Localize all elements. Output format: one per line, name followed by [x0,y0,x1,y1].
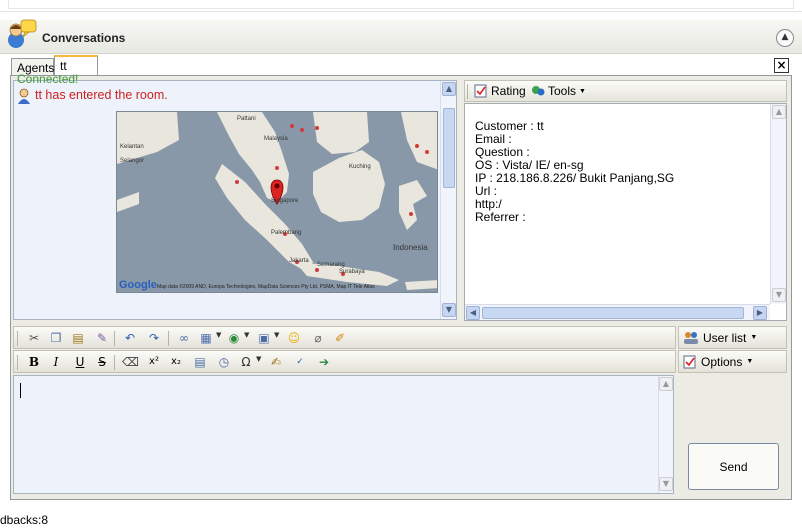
chevron-down-icon: ▼ [746,358,754,365]
top-strip [0,0,802,12]
chat-scrollbar[interactable]: ▲ ▼ [440,81,456,319]
clear-format-icon[interactable]: ✐ [332,330,348,346]
scroll-up-arrow-icon[interactable]: ▲ [442,82,456,96]
footer-text: dbacks:8 [0,513,49,527]
eraser-icon[interactable]: ⌫ [122,354,139,370]
info-hscrollbar[interactable]: ◀ ▶ [465,304,770,320]
scroll-down-arrow-icon[interactable]: ▼ [442,303,456,317]
redo-icon[interactable]: ↷ [146,330,162,346]
undo-icon[interactable]: ↶ [122,330,138,346]
copy-icon[interactable]: ❐ [48,330,64,346]
calendar-icon[interactable]: ▤ [192,354,208,370]
bold-icon[interactable]: B [26,354,42,370]
user-icon [18,88,30,104]
special-character-icon[interactable]: Ω [238,354,254,370]
insert-image-icon[interactable]: ◉ [226,330,242,346]
superscript-icon[interactable]: x² [146,354,162,370]
map-logo[interactable]: Google [119,279,157,291]
message-input[interactable] [13,375,674,494]
chevron-down-icon: ▼ [750,334,758,341]
conversations-icon [8,19,37,48]
rating-button[interactable]: Rating [474,84,526,98]
export-icon[interactable]: ➔ [316,354,332,370]
format-painter-icon[interactable]: ✎ [94,330,110,346]
rating-icon [474,84,487,98]
underline-icon[interactable]: U [72,354,88,370]
map-copyright: Map data ©2009 AND, Europa Technologies,… [157,284,375,290]
scroll-down-arrow-icon[interactable]: ▼ [772,288,786,302]
tools-icon [532,86,545,96]
collapse-button[interactable]: ▲ [776,29,794,47]
tab-row [0,54,802,76]
send-button[interactable]: Send [688,443,779,490]
visitor-url: Url : [475,184,497,198]
editor-scrollbar[interactable]: ▲ ▼ [658,376,673,493]
attachment-icon[interactable]: ⌀ [310,330,326,346]
link-icon[interactable]: ∞ [176,330,192,346]
scroll-left-arrow-icon[interactable]: ◀ [466,306,480,320]
scroll-up-arrow-icon[interactable]: ▲ [772,105,786,119]
panel-title: Conversations [42,31,126,45]
options-button[interactable]: Options ▼ [678,350,787,373]
chevron-down-icon[interactable]: ▼ [244,331,249,339]
text-caret [20,383,21,398]
cut-icon[interactable]: ✂ [26,330,42,346]
insert-table-icon[interactable]: ▦ [198,330,214,346]
chevron-down-icon[interactable]: ▼ [274,331,279,339]
info-vscrollbar[interactable]: ▲ ▼ [770,104,786,304]
paste-icon[interactable]: ▤ [70,330,86,346]
editor-toolbar-1: ✂ ❐ ▤ ✎ ↶ ↷ ∞ ▦ ▼ ◉ ▼ ▣ ▼ ☺ ⌀ ✐ [13,326,676,349]
clock-icon[interactable]: ◷ [216,354,232,370]
spellcheck-icon[interactable]: ✓ [292,354,308,370]
chat-message: tt has entered the room. [35,88,168,102]
info-toolbar: Rating Tools ▼ [464,80,787,102]
chevron-down-icon[interactable]: ▼ [216,331,221,339]
scroll-right-arrow-icon[interactable]: ▶ [753,306,767,320]
tools-button[interactable]: Tools ▼ [531,84,586,98]
visitor-details: Customer : tt Email : Question : OS : Vi… [475,120,674,224]
subscript-icon[interactable]: x₂ [168,354,184,370]
emoticon-icon[interactable]: ☺ [286,330,302,346]
scroll-up-arrow-icon[interactable]: ▲ [659,377,673,391]
paste-word-icon[interactable]: ✍ [268,354,284,370]
editor-toolbar-2: B I U S ⌫ x² x₂ ▤ ◷ Ω ▼ ✍ ✓ ➔ [13,350,676,373]
visitor-ip: IP : 218.186.8.226/ Bukit Panjang,SG [475,171,675,185]
italic-icon[interactable]: I [48,354,64,370]
scroll-thumb[interactable] [443,108,455,188]
chevron-down-icon[interactable]: ▼ [256,355,261,363]
close-tab-button[interactable]: × [774,58,789,73]
hscroll-thumb[interactable] [482,307,744,319]
map-image: Malaysia Singapore Palembang Jakarta Sem… [116,111,438,293]
connection-status: Connected! [17,72,79,84]
user-list-button[interactable]: User list ▼ [678,326,787,349]
chevron-down-icon: ▼ [579,87,586,95]
strikethrough-icon[interactable]: S [94,354,110,370]
insert-media-icon[interactable]: ▣ [256,330,272,346]
scroll-down-arrow-icon[interactable]: ▼ [659,477,673,491]
users-icon [684,331,698,344]
visitor-referrer: Referrer : [475,210,526,224]
options-icon [683,355,696,368]
